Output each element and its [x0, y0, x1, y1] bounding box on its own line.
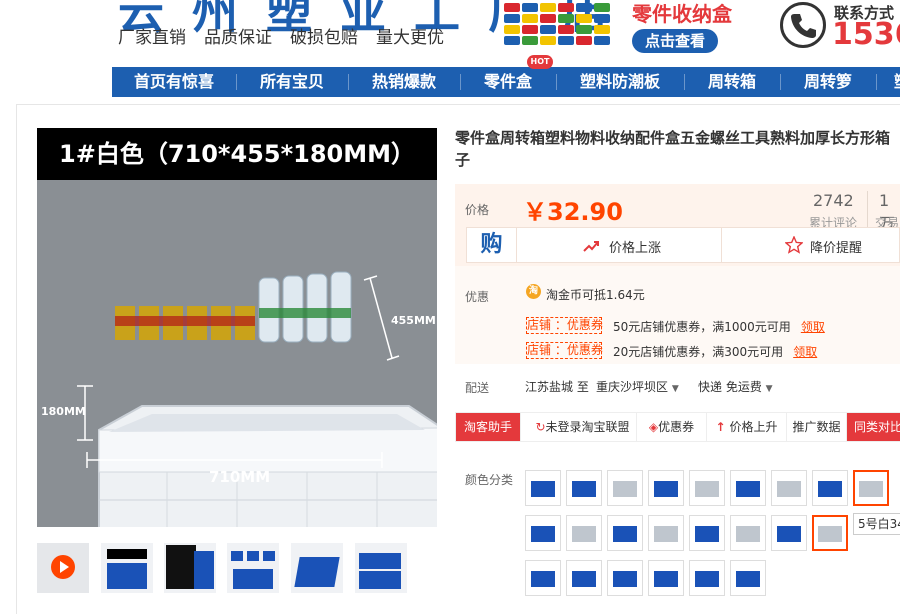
sku-swatch[interactable] — [812, 470, 848, 506]
sku-swatch[interactable] — [566, 560, 602, 596]
taoke-assistant-button[interactable]: 淘客助手 — [456, 413, 521, 441]
nav-item-hot[interactable]: 热销爆款 — [354, 67, 454, 97]
alliance-login-button[interactable]: ↻未登录淘宝联盟 — [521, 413, 637, 441]
nav-item-home[interactable]: 首页有惊喜 — [118, 67, 230, 97]
sku-swatch[interactable] — [730, 560, 766, 596]
nav-item-more[interactable]: 塑 — [882, 67, 900, 97]
slogan: 品质保证 — [204, 28, 272, 48]
hot-badge: HOT — [527, 55, 553, 69]
play-icon — [51, 555, 75, 579]
parts-bins-image[interactable] — [500, 0, 624, 52]
compare-button[interactable]: 同类对比 — [847, 413, 900, 441]
height-dim-label: 180MM — [41, 405, 86, 418]
tag-icon: ◈ — [648, 420, 659, 434]
price-rise-button[interactable]: ↑ 价格上升 — [707, 413, 787, 441]
chevron-down-icon: ▼ — [765, 384, 773, 394]
link-icon: ↻ — [535, 420, 546, 434]
chevron-down-icon: ▼ — [671, 384, 679, 394]
sku-label: 颜色分类 — [465, 473, 514, 487]
thumbnail[interactable] — [355, 543, 407, 593]
phone-icon — [780, 2, 826, 48]
coupon-tag: 店铺 ：优惠券 — [526, 342, 603, 359]
promo-view-button[interactable]: 点击查看 — [632, 29, 718, 53]
shop-slogans: 厂家直销 品质保证 破损包赔 量大更优 — [118, 23, 462, 48]
sku-swatch[interactable] — [648, 560, 684, 596]
sku-swatch[interactable] — [525, 515, 561, 551]
price-label: 价格 — [465, 203, 490, 217]
slogan: 量大更优 — [376, 28, 444, 48]
taojinbi-text: 淘金币可抵1.64元 — [546, 288, 645, 302]
price-trend-bar: 购 价格上涨 降价提醒 — [466, 227, 900, 263]
nav-item-turnover-box[interactable]: 周转箱 — [690, 67, 774, 97]
thumbnail[interactable] — [227, 543, 279, 593]
thumbnail-strip — [37, 543, 437, 599]
sku-tooltip: 5号白34 — [853, 513, 900, 535]
coupon-tool-button[interactable]: ◈优惠券 — [637, 413, 707, 441]
ship-from: 江苏盐城 至 — [525, 380, 589, 394]
trend-up-text[interactable]: 价格上涨 — [609, 237, 661, 256]
coupon-tag: 店铺 ：优惠券 — [526, 317, 603, 334]
sku-swatch[interactable] — [525, 470, 561, 506]
phone-number: 1536 — [832, 17, 900, 52]
promo-title[interactable]: 零件收纳盒 — [632, 0, 732, 27]
sku-swatch[interactable] — [566, 515, 602, 551]
sku-swatch[interactable] — [648, 470, 684, 506]
arrow-up-icon: ↑ — [715, 420, 726, 434]
coupon-text: 20元店铺优惠券，满300元可用 领取 — [613, 345, 818, 359]
sku-swatch[interactable] — [607, 560, 643, 596]
trend-up-icon — [583, 238, 599, 257]
promo-data-button[interactable]: 推广数据 — [787, 413, 847, 441]
sku-swatch-selected[interactable] — [812, 515, 848, 551]
length-dim-label: 710MM — [209, 468, 271, 486]
width-dim-label: 455MM — [391, 314, 436, 327]
delivery-label: 配送 — [465, 381, 490, 395]
sku-swatch[interactable] — [730, 470, 766, 506]
promo-zone: 优惠 淘 淘金币可抵1.64元 店铺 ：优惠券 50元店铺优惠券，满1000元可… — [455, 266, 900, 364]
video-thumbnail[interactable] — [37, 543, 89, 593]
sku-swatch[interactable] — [689, 560, 725, 596]
price-alert-button[interactable]: 降价提醒 — [810, 237, 862, 256]
sku-swatch[interactable] — [566, 470, 602, 506]
shipping-fee[interactable]: 快递 免运费 ▼ — [698, 378, 773, 395]
sku-swatch[interactable] — [730, 515, 766, 551]
sku-swatch[interactable] — [689, 470, 725, 506]
sku-swatch[interactable] — [648, 515, 684, 551]
star-icon — [784, 235, 804, 258]
slogan: 破损包赔 — [290, 28, 358, 48]
main-product-image[interactable]: 1#白色（710*455*180MM） 180MM 710MM 455MM — [37, 128, 437, 527]
slogan: 厂家直销 — [118, 28, 186, 48]
ship-to-select[interactable]: 重庆沙坪坝区 ▼ — [596, 378, 679, 395]
thumbnail[interactable] — [101, 543, 153, 593]
sku-swatch[interactable] — [607, 515, 643, 551]
taojinbi-icon: 淘 — [526, 284, 541, 299]
coupon-get-button[interactable]: 领取 — [801, 320, 825, 334]
product-title: 零件盒周转箱塑料物料收纳配件盒五金螺丝工具熟料加厚长方形箱子 — [455, 129, 891, 169]
sku-swatch[interactable] — [771, 470, 807, 506]
nav-item-turnover-basket[interactable]: 周转箩 — [786, 67, 870, 97]
assistant-toolbar: 淘客助手 ↻未登录淘宝联盟 ◈优惠券 ↑ 价格上升 推广数据 同类对比 — [455, 412, 900, 442]
thumbnail[interactable] — [291, 543, 343, 593]
thumbnail[interactable] — [164, 543, 216, 593]
gou-icon: 购 — [467, 228, 517, 262]
review-count[interactable]: 2742 — [813, 191, 854, 210]
price-value: ￥32.90 — [523, 198, 623, 226]
shop-nav: 首页有惊喜 所有宝贝 热销爆款 零件盒 塑料防潮板 周转箱 周转箩 塑 — [112, 67, 900, 97]
shop-banner: 云 州 塑 业 工 厂 店 厂家直销 品质保证 破损包赔 量大更优 零件收纳盒 点击查… — [0, 0, 900, 67]
nav-item-parts-box[interactable]: 零件盒 — [466, 67, 550, 97]
sku-swatch-selected[interactable] — [853, 470, 889, 506]
sku-swatch[interactable] — [607, 470, 643, 506]
price-panel: 价格 ￥32.90 2742 累计评论 1万 交易 购 价格上涨 降价提醒 — [455, 184, 900, 266]
coupon-text: 50元店铺优惠券，满1000元可用 领取 — [613, 320, 825, 334]
promo-label: 优惠 — [465, 290, 490, 304]
nav-item-plastic-board[interactable]: 塑料防潮板 — [562, 67, 678, 97]
sku-swatch[interactable] — [771, 515, 807, 551]
nav-item-all[interactable]: 所有宝贝 — [242, 67, 342, 97]
sku-swatch[interactable] — [689, 515, 725, 551]
coupon-get-button[interactable]: 领取 — [793, 345, 817, 359]
sku-swatch[interactable] — [525, 560, 561, 596]
